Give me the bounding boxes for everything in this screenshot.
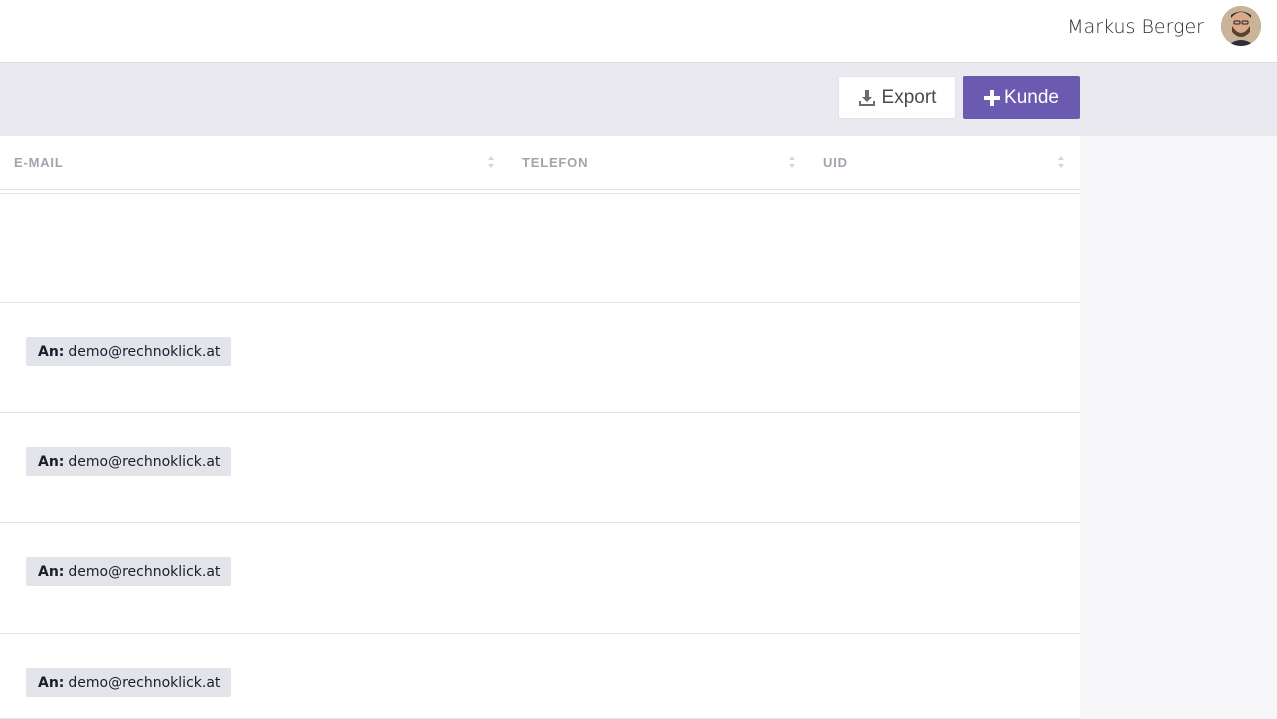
email-prefix: An: <box>38 674 65 691</box>
table-row[interactable]: An: demo@rechnoklick.at <box>0 634 1080 719</box>
sort-icon[interactable] <box>1057 154 1065 170</box>
email-prefix: An: <box>38 453 65 470</box>
add-customer-label: Kunde <box>1004 86 1059 108</box>
top-bar: Markus Berger <box>0 0 1277 63</box>
email-prefix: An: <box>38 343 65 360</box>
user-avatar[interactable] <box>1221 6 1261 46</box>
sort-icon[interactable] <box>788 154 796 170</box>
side-panel <box>1080 136 1277 719</box>
sort-icon[interactable] <box>487 154 495 170</box>
email-prefix: An: <box>38 563 65 580</box>
table-row[interactable] <box>0 194 1080 303</box>
column-header-uid[interactable]: UID <box>823 155 848 170</box>
user-name[interactable]: Markus Berger <box>1067 16 1204 38</box>
email-tag: An: demo@rechnoklick.at <box>26 447 232 476</box>
table-row[interactable]: An: demo@rechnoklick.at <box>0 523 1080 634</box>
email-address: demo@rechnoklick.at <box>68 674 221 691</box>
email-tag: An: demo@rechnoklick.at <box>26 668 232 697</box>
customer-table: E-MAIL TELEFON UID An: demo@rechnoklick.… <box>0 136 1080 719</box>
email-address: demo@rechnoklick.at <box>68 343 221 360</box>
plus-icon <box>984 89 1001 106</box>
email-address: demo@rechnoklick.at <box>68 563 221 580</box>
download-icon <box>858 89 876 107</box>
email-tag: An: demo@rechnoklick.at <box>26 337 232 366</box>
email-tag: An: demo@rechnoklick.at <box>26 557 232 586</box>
table-row[interactable]: An: demo@rechnoklick.at <box>0 303 1080 413</box>
toolbar: Export Kunde <box>0 63 1277 136</box>
table-row[interactable]: An: demo@rechnoklick.at <box>0 413 1080 523</box>
column-header-phone[interactable]: TELEFON <box>522 155 588 170</box>
add-customer-button[interactable]: Kunde <box>963 76 1080 119</box>
email-address: demo@rechnoklick.at <box>68 453 221 470</box>
export-button[interactable]: Export <box>838 76 956 119</box>
export-label: Export <box>881 86 937 108</box>
table-header: E-MAIL TELEFON UID <box>0 136 1080 194</box>
column-header-email[interactable]: E-MAIL <box>14 155 64 170</box>
